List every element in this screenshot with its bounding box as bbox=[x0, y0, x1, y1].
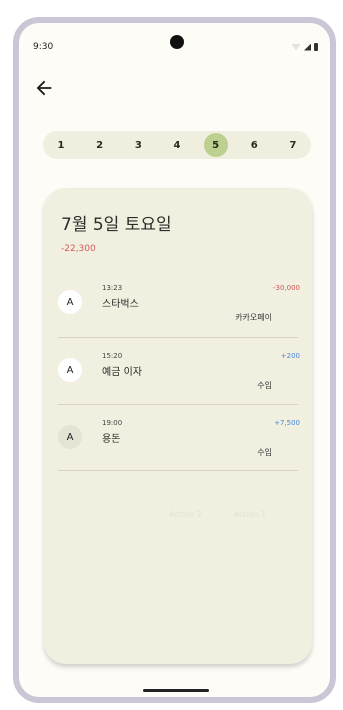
signal-icon bbox=[304, 43, 311, 51]
arrow-left-icon bbox=[36, 80, 52, 96]
day-5-selected[interactable]: 5 bbox=[203, 133, 228, 157]
transaction-method: 수입 bbox=[257, 381, 272, 390]
battery-icon bbox=[314, 43, 318, 51]
transaction-time: 15:20 bbox=[102, 352, 123, 360]
avatar: A bbox=[58, 425, 82, 449]
day-3[interactable]: 3 bbox=[126, 133, 150, 157]
transaction-item[interactable]: A 19:00 용돈 수입 +7,500 bbox=[44, 405, 312, 471]
transaction-amount: -30,000 bbox=[272, 284, 300, 292]
transaction-item[interactable]: A 13:23 스타벅스 카카오페이 -30,000 bbox=[44, 270, 312, 336]
day-1[interactable]: 1 bbox=[49, 133, 73, 157]
home-indicator[interactable] bbox=[143, 689, 209, 692]
status-time: 9:30 bbox=[33, 42, 54, 52]
day-detail-card: 7월 5일 토요일 -22,300 A 13:23 스타벅스 카카오페이 -30… bbox=[44, 188, 312, 664]
card-actions: Action 2 Action 1 bbox=[169, 510, 266, 519]
transaction-time: 13:23 bbox=[102, 284, 123, 292]
transaction-amount: +7,500 bbox=[274, 419, 300, 427]
day-7[interactable]: 7 bbox=[281, 133, 305, 157]
action-2-button[interactable]: Action 2 bbox=[169, 510, 202, 519]
day-2[interactable]: 2 bbox=[88, 133, 112, 157]
transaction-name: 스타벅스 bbox=[102, 299, 139, 310]
camera-cutout bbox=[170, 35, 184, 49]
action-1-button[interactable]: Action 1 bbox=[234, 510, 267, 519]
card-date-title: 7월 5일 토요일 bbox=[61, 215, 172, 235]
transaction-amount: +200 bbox=[280, 352, 300, 360]
avatar: A bbox=[58, 290, 82, 314]
transaction-method: 수입 bbox=[257, 448, 272, 457]
wifi-icon bbox=[291, 43, 301, 51]
transaction-method: 카카오페이 bbox=[235, 313, 272, 322]
divider bbox=[58, 470, 298, 471]
day-total-amount: -22,300 bbox=[61, 244, 96, 254]
transaction-name: 용돈 bbox=[102, 434, 121, 445]
transaction-item[interactable]: A 15:20 예금 이자 수입 +200 bbox=[44, 338, 312, 404]
transaction-time: 19:00 bbox=[102, 419, 123, 427]
day-4[interactable]: 4 bbox=[165, 133, 189, 157]
phone-screen: 9:30 1 2 3 4 5 6 7 7월 5일 토요일 -22,300 A 1… bbox=[13, 17, 336, 703]
status-icons bbox=[291, 43, 318, 51]
avatar: A bbox=[58, 358, 82, 382]
back-button[interactable] bbox=[33, 77, 55, 99]
day-6[interactable]: 6 bbox=[242, 133, 266, 157]
day-selector: 1 2 3 4 5 6 7 bbox=[43, 131, 311, 159]
status-bar: 9:30 bbox=[19, 23, 330, 63]
top-caption bbox=[0, 0, 343, 7]
transaction-name: 예금 이자 bbox=[102, 367, 142, 378]
